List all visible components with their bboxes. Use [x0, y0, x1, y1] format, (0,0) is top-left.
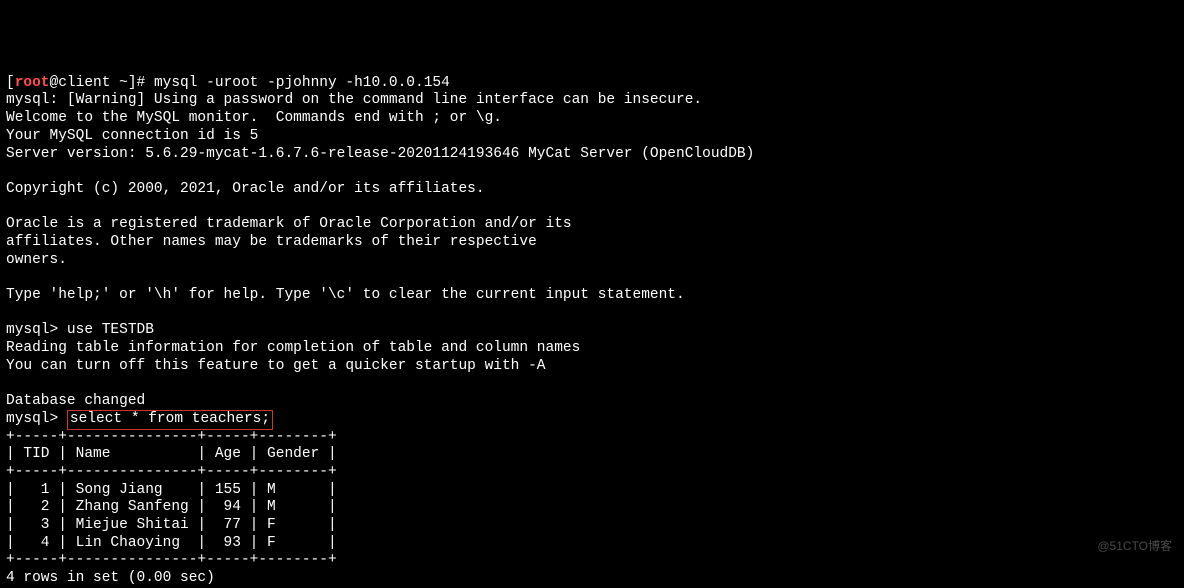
mysql-prompt: mysql> — [6, 411, 58, 427]
table-row: | 3 | Miejue Shitai | 77 | F | — [6, 517, 337, 533]
output-line: Reading table information for completion… — [6, 340, 580, 356]
table-row: | 1 | Song Jiang | 155 | M | — [6, 482, 337, 498]
banner-line: Type 'help;' or '\h' for help. Type '\c'… — [6, 287, 685, 303]
banner-line: affiliates. Other names may be trademark… — [6, 234, 537, 250]
result-footer: 4 rows in set (0.00 sec) — [6, 570, 215, 586]
output-line: Database changed — [6, 393, 145, 409]
table-border: +-----+---------------+-----+--------+ — [6, 464, 337, 480]
mysql-command-use[interactable]: use TESTDB — [67, 322, 154, 338]
mysql-prompt: mysql> — [6, 322, 58, 338]
shell-prompt: [root@client ~]# — [6, 75, 145, 91]
banner-line: mysql: [Warning] Using a password on the… — [6, 92, 702, 108]
banner-line: Oracle is a registered trademark of Orac… — [6, 216, 572, 232]
banner-line: Your MySQL connection id is 5 — [6, 128, 258, 144]
table-row: | 2 | Zhang Sanfeng | 94 | M | — [6, 499, 337, 515]
mysql-command-select[interactable]: select * from teachers; — [67, 410, 273, 430]
shell-command[interactable]: mysql -uroot -pjohnny -h10.0.0.154 — [154, 75, 450, 91]
watermark: @51CTO博客 — [1097, 539, 1172, 554]
banner-line: Welcome to the MySQL monitor. Commands e… — [6, 110, 502, 126]
banner-line: Server version: 5.6.29-mycat-1.6.7.6-rel… — [6, 146, 754, 162]
banner-line: owners. — [6, 252, 67, 268]
table-header: | TID | Name | Age | Gender | — [6, 446, 337, 462]
table-row: | 4 | Lin Chaoying | 93 | F | — [6, 535, 337, 551]
table-border: +-----+---------------+-----+--------+ — [6, 552, 337, 568]
table-border: +-----+---------------+-----+--------+ — [6, 429, 337, 445]
output-line: You can turn off this feature to get a q… — [6, 358, 546, 374]
banner-line: Copyright (c) 2000, 2021, Oracle and/or … — [6, 181, 485, 197]
